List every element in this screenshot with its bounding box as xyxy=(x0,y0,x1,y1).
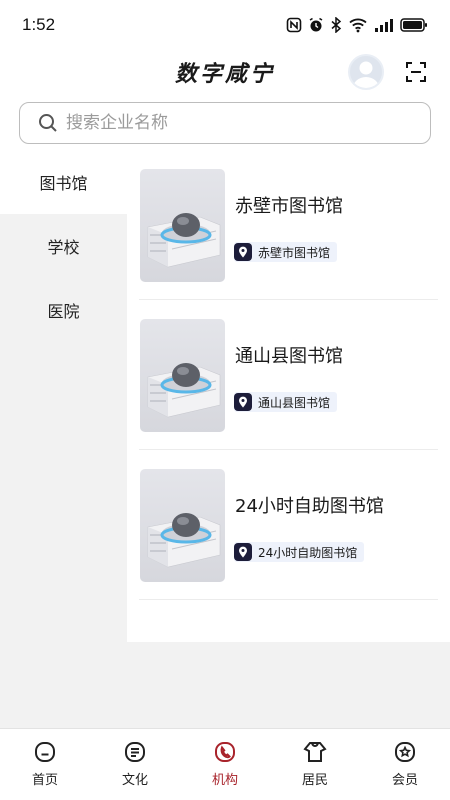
bottom-tab-bar: 首页 文化 机构 居民 会员 xyxy=(0,728,450,800)
category-label: 学校 xyxy=(47,238,80,257)
category-item-library[interactable]: 图书馆 xyxy=(0,150,127,214)
tab-home[interactable]: 首页 xyxy=(0,729,90,800)
tab-label: 首页 xyxy=(31,773,58,788)
tab-label: 机构 xyxy=(211,773,238,788)
location-pin-icon xyxy=(234,393,252,411)
search-input[interactable] xyxy=(66,113,386,133)
category-item-school[interactable]: 学校 xyxy=(0,214,127,278)
organization-name: 24小时自助图书馆 xyxy=(235,496,384,517)
member-icon xyxy=(395,742,415,762)
organization-card[interactable]: 通山县图书馆 通山县图书馆 xyxy=(127,300,450,450)
home-icon xyxy=(35,742,55,762)
avatar[interactable] xyxy=(348,54,384,90)
organization-tag: 通山县图书馆 xyxy=(234,392,338,412)
organization-tag-label: 赤壁市图书馆 xyxy=(258,245,331,260)
library-thumbnail xyxy=(140,469,225,582)
organization-name: 赤壁市图书馆 xyxy=(235,196,343,217)
battery-icon xyxy=(400,18,427,32)
location-pin-icon xyxy=(234,543,252,561)
tab-institution[interactable]: 机构 xyxy=(180,729,270,800)
resident-icon xyxy=(303,742,327,762)
organization-card[interactable]: 赤壁市图书馆 赤壁市图书馆 xyxy=(127,150,450,300)
user-avatar-icon xyxy=(353,61,379,88)
status-bar: 1:52 xyxy=(0,0,450,50)
organization-tag: 24小时自助图书馆 xyxy=(234,542,365,562)
category-item-hospital[interactable]: 医院 xyxy=(0,278,127,342)
nfc-icon xyxy=(286,17,302,33)
category-sidebar: 图书馆 学校 医院 xyxy=(0,150,127,342)
library-thumbnail xyxy=(140,319,225,432)
tab-resident[interactable]: 居民 xyxy=(270,729,360,800)
search-bar[interactable] xyxy=(19,102,431,144)
library-building-image xyxy=(147,363,221,418)
organization-tag-label: 通山县图书馆 xyxy=(258,395,331,410)
scan-button[interactable] xyxy=(404,60,428,84)
signal-icon xyxy=(375,19,393,32)
tab-label: 会员 xyxy=(391,773,418,788)
scan-icon xyxy=(406,62,426,82)
status-icons xyxy=(286,17,428,33)
library-thumbnail xyxy=(140,169,225,282)
organization-panel: 赤壁市图书馆 赤壁市图书馆 通山县图书馆 通山县图书馆 24小时自助图书馆 24… xyxy=(127,150,450,642)
tab-label: 居民 xyxy=(301,773,328,788)
library-building-image xyxy=(147,513,221,568)
alarm-icon xyxy=(309,17,323,32)
organization-tag: 赤壁市图书馆 xyxy=(234,242,338,262)
organization-list: 赤壁市图书馆 赤壁市图书馆 通山县图书馆 通山县图书馆 24小时自助图书馆 24… xyxy=(127,150,450,600)
tab-member[interactable]: 会员 xyxy=(360,729,450,800)
institution-icon xyxy=(215,742,235,762)
bluetooth-icon xyxy=(331,17,342,33)
library-building-image xyxy=(147,213,221,268)
app-header: 数字咸宁 xyxy=(0,50,450,96)
tab-label: 文化 xyxy=(121,773,148,788)
search-icon xyxy=(39,114,57,132)
tab-culture[interactable]: 文化 xyxy=(90,729,180,800)
organization-card[interactable]: 24小时自助图书馆 24小时自助图书馆 xyxy=(127,450,450,600)
organization-tag-label: 24小时自助图书馆 xyxy=(258,545,358,560)
category-label: 图书馆 xyxy=(39,174,88,193)
status-time: 1:52 xyxy=(22,15,56,34)
organization-name: 通山县图书馆 xyxy=(235,346,343,367)
culture-icon xyxy=(125,742,145,762)
location-pin-icon xyxy=(234,243,252,261)
wifi-icon xyxy=(349,18,367,33)
content-area: 图书馆 学校 医院 赤壁市图书馆 赤壁市图书馆 通山县图书馆 通山县图书馆 24… xyxy=(0,150,450,728)
category-label: 医院 xyxy=(47,302,80,321)
